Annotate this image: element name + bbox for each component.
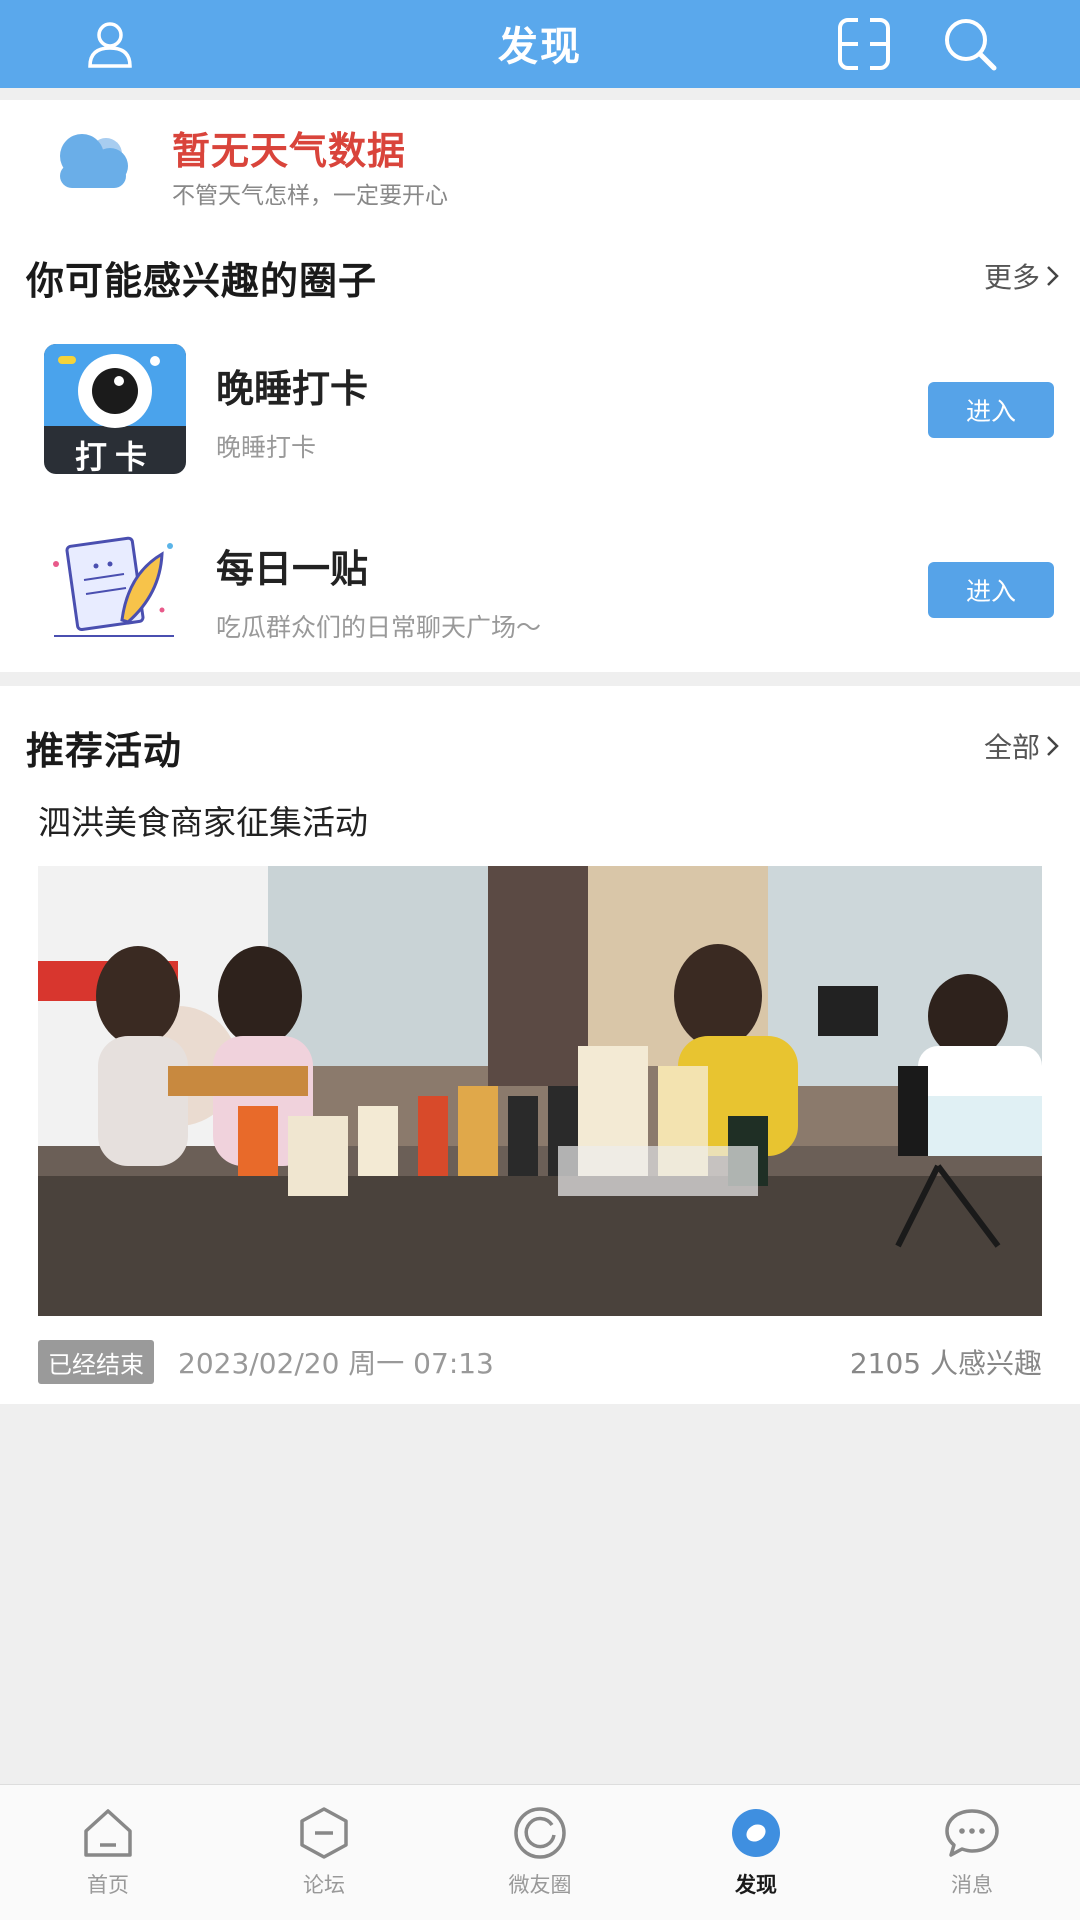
interest-count: 2105 人感兴趣 xyxy=(849,1347,1042,1380)
camera-lens-icon xyxy=(78,354,152,428)
weather-card[interactable]: 暂无天气数据 不管天气怎样，一定要开心 xyxy=(0,100,1080,212)
circle-desc: 晚睡打卡 xyxy=(216,433,317,462)
tab-label: 首页 xyxy=(87,1873,129,1897)
all-link[interactable]: 全部 xyxy=(984,726,1060,766)
tab-moments[interactable]: 微友圈 xyxy=(432,1785,648,1920)
section-title: 推荐活动 xyxy=(26,729,183,773)
more-link[interactable]: 更多 xyxy=(984,256,1060,296)
circle-name: 晚睡打卡 xyxy=(216,367,369,411)
activities-section: 推荐活动 全部 泗洪美食商家征集活动 已经结束 2023/02/20 周一 07… xyxy=(0,686,1080,1404)
home-icon xyxy=(78,1803,138,1863)
more-label: 更多 xyxy=(983,261,1040,294)
circle-name: 每日一贴 xyxy=(216,547,369,591)
weather-subtitle: 不管天气怎样，一定要开心 xyxy=(172,183,448,209)
cloud-icon xyxy=(60,134,128,188)
forum-icon xyxy=(294,1803,354,1863)
checkin-thumbnail: 打卡 xyxy=(44,344,186,474)
activity-name[interactable]: 泗洪美食商家征集活动 xyxy=(38,796,368,844)
circle-desc: 吃瓜群众们的日常聊天广场～ xyxy=(216,613,542,642)
weather-title: 暂无天气数据 xyxy=(172,129,407,173)
tab-label: 发现 xyxy=(735,1873,777,1897)
moments-icon xyxy=(510,1803,570,1863)
tab-forum[interactable]: 论坛 xyxy=(216,1785,432,1920)
tab-home[interactable]: 首页 xyxy=(0,1785,216,1920)
circle-item[interactable]: 每日一贴 吃瓜群众们的日常聊天广场～ 进入 xyxy=(0,500,1080,680)
top-bar: 发现 xyxy=(0,0,1080,88)
status-badge: 已经结束 xyxy=(38,1340,154,1384)
tab-label: 消息 xyxy=(951,1873,993,1897)
activity-date: 2023/02/20 周一 07:13 xyxy=(178,1347,494,1380)
message-icon xyxy=(942,1803,1002,1863)
circle-item[interactable]: 打卡 晚睡打卡 晚睡打卡 进入 xyxy=(0,320,1080,500)
chevron-right-icon xyxy=(1047,266,1059,286)
section-title: 你可能感兴趣的圈子 xyxy=(26,259,378,303)
enter-button[interactable]: 进入 xyxy=(928,562,1054,618)
tab-discover[interactable]: 发现 xyxy=(648,1785,864,1920)
search-icon[interactable] xyxy=(938,12,1002,76)
thumb-text: 打卡 xyxy=(74,438,155,474)
page-title: 发现 xyxy=(498,24,582,70)
tab-messages[interactable]: 消息 xyxy=(864,1785,1080,1920)
tab-label: 微友圈 xyxy=(508,1873,572,1897)
enter-button[interactable]: 进入 xyxy=(928,382,1054,438)
bottom-tab-bar: 首页 论坛 微友圈 发现 消息 xyxy=(0,1784,1080,1920)
daily-post-thumbnail xyxy=(44,524,186,654)
circles-section: 你可能感兴趣的圈子 更多 打卡 晚睡打卡 晚睡打卡 进入 每日一贴 吃瓜群众们的… xyxy=(0,212,1080,702)
note-quill-icon xyxy=(53,536,174,637)
activity-photo[interactable] xyxy=(38,866,1042,1316)
tab-label: 论坛 xyxy=(303,1873,345,1897)
scan-icon[interactable] xyxy=(832,12,896,76)
chevron-right-icon xyxy=(1047,736,1059,756)
discover-icon xyxy=(726,1803,786,1863)
all-label: 全部 xyxy=(983,731,1040,764)
